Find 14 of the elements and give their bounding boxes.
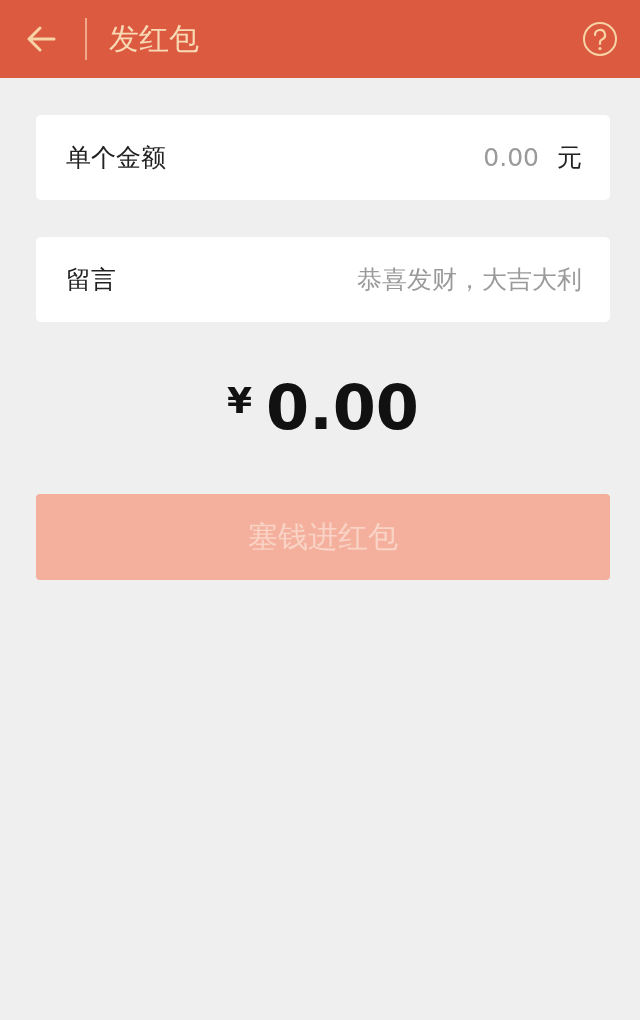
back-button[interactable] [26,26,56,52]
back-arrow-icon [26,26,56,52]
help-button[interactable] [582,21,618,57]
field-label: 单个金额 [66,142,166,174]
field-label: 留言 [66,264,116,296]
message-input[interactable]: 恭喜发财，大吉大利 [116,265,582,294]
page-title: 发红包 [109,19,200,58]
amount-input[interactable]: 0.00 [166,143,539,172]
help-icon [582,21,618,57]
total-amount: 0.00 [266,374,419,443]
unit-label: 元 [557,142,582,174]
currency-symbol: ¥ [226,380,253,421]
amount-field[interactable]: 单个金额 0.00 元 [36,115,610,200]
message-field[interactable]: 留言 恭喜发财，大吉大利 [36,237,610,322]
